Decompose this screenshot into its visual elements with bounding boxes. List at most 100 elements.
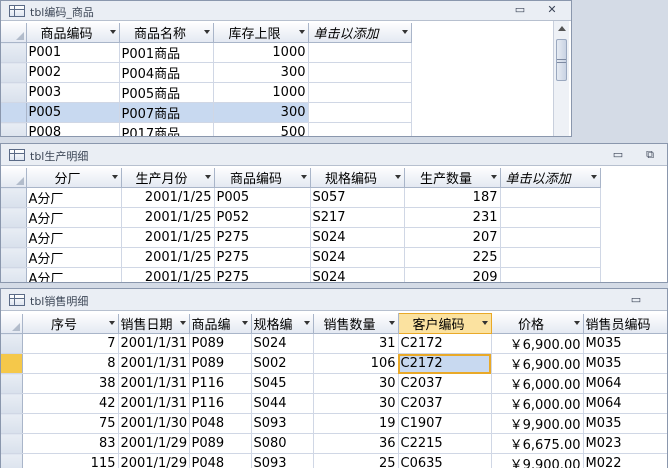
dropdown-icon[interactable] [179, 320, 186, 325]
cell[interactable]: 2001/1/31 [118, 333, 190, 354]
cell[interactable]: M035 [583, 333, 667, 354]
cell[interactable]: 30 [313, 373, 399, 394]
cell[interactable]: P048 [189, 413, 252, 434]
cell[interactable]: C2215 [398, 433, 492, 454]
dropdown-icon[interactable] [573, 320, 580, 325]
column-header[interactable]: 商品编 [189, 313, 252, 334]
select-all-corner[interactable] [1, 23, 27, 43]
cell[interactable]: P001商品 [119, 42, 214, 63]
cell[interactable]: 106 [313, 353, 399, 374]
current-cell[interactable]: C2172 [398, 353, 492, 374]
window-titlebar[interactable]: tbl销售明细 ▭ [1, 289, 667, 311]
column-header[interactable]: 分厂 [26, 168, 122, 188]
cell[interactable]: 42 [22, 393, 119, 414]
cell[interactable]: 187 [404, 187, 501, 208]
cell[interactable]: 2001/1/25 [121, 247, 215, 268]
cell[interactable]: 2001/1/31 [118, 393, 190, 414]
cell[interactable]: C2037 [398, 373, 492, 394]
record-selector[interactable] [1, 122, 27, 136]
cell[interactable]: 31 [313, 333, 399, 354]
cell[interactable]: P089 [189, 353, 252, 374]
cell[interactable]: P001 [26, 42, 120, 63]
cell[interactable]: 30 [313, 393, 399, 414]
cell[interactable]: S024 [310, 227, 405, 248]
record-selector[interactable] [1, 187, 27, 208]
record-selector[interactable] [1, 413, 23, 434]
record-selector[interactable] [1, 247, 27, 268]
cell[interactable]: S093 [251, 453, 314, 468]
table-row[interactable]: P003 P005商品 1000 [1, 82, 412, 103]
cell[interactable]: ￥9,900.00 [491, 413, 584, 434]
cell[interactable]: P052 [214, 207, 311, 228]
cell[interactable]: S080 [251, 433, 314, 454]
column-header[interactable]: 商品名称 [119, 23, 214, 43]
table-row[interactable]: A分厂 2001/1/25 P275 S024 207 [1, 227, 601, 248]
dropdown-icon[interactable] [303, 320, 310, 325]
cell[interactable]: S024 [310, 267, 405, 282]
cell[interactable] [500, 267, 601, 282]
datasheet-grid[interactable]: 分厂 生产月份 商品编码 规格编码 生产数量 单击以添加 A分厂 2001/1/… [1, 168, 601, 282]
record-selector[interactable] [1, 227, 27, 248]
cell[interactable]: ￥9,900.00 [491, 453, 584, 468]
cell[interactable]: 75 [22, 413, 119, 434]
dropdown-icon[interactable] [298, 30, 305, 34]
record-selector[interactable] [1, 42, 27, 63]
dropdown-icon[interactable] [490, 175, 497, 179]
cell[interactable]: S057 [310, 187, 405, 208]
vertical-scrollbar[interactable] [553, 21, 569, 136]
dropdown-icon[interactable] [108, 320, 115, 325]
cell[interactable]: 2001/1/31 [118, 373, 190, 394]
cell[interactable]: 209 [404, 267, 501, 282]
cell[interactable]: ￥6,900.00 [491, 333, 584, 354]
cell[interactable] [308, 42, 412, 63]
cell[interactable]: ￥6,900.00 [491, 353, 584, 374]
cell[interactable]: S217 [310, 207, 405, 228]
minimize-icon[interactable]: ▭ [607, 147, 629, 163]
cell[interactable]: A分厂 [26, 227, 122, 248]
cell[interactable]: M022 [583, 453, 667, 468]
table-row[interactable]: P008 P017商品 500 [1, 122, 412, 136]
cell[interactable]: A分厂 [26, 247, 122, 268]
column-header[interactable]: 销售日期 [118, 313, 190, 334]
cell[interactable] [500, 207, 601, 228]
cell[interactable]: S024 [310, 247, 405, 268]
cell[interactable] [308, 102, 412, 123]
column-header[interactable]: 销售员编码 [583, 313, 667, 334]
column-header-selected[interactable]: 客户编码 [397, 313, 492, 334]
cell[interactable]: A分厂 [26, 267, 122, 282]
dropdown-icon[interactable] [590, 175, 597, 179]
window-titlebar[interactable]: tbl生产明细 ▭ ⧉ [1, 144, 667, 166]
dropdown-icon[interactable] [388, 320, 395, 325]
dropdown-icon[interactable] [203, 30, 210, 34]
cell[interactable]: P275 [214, 247, 311, 268]
cell[interactable]: 2001/1/25 [121, 227, 215, 248]
dropdown-icon[interactable] [300, 175, 307, 179]
column-header[interactable]: 生产数量 [404, 168, 501, 188]
cell[interactable]: 36 [313, 433, 399, 454]
table-row-current[interactable]: 8 2001/1/31 P089 S002 106 C2172 ￥6,900.0… [1, 353, 667, 374]
column-header[interactable]: 价格 [491, 313, 584, 334]
cell[interactable]: 2001/1/25 [121, 207, 215, 228]
column-header[interactable]: 序号 [22, 313, 119, 334]
cell[interactable]: P116 [189, 373, 252, 394]
table-row[interactable]: A分厂 2001/1/25 P052 S217 231 [1, 207, 601, 228]
table-row[interactable]: 83 2001/1/29 P089 S080 36 C2215 ￥6,675.0… [1, 433, 667, 454]
table-row[interactable]: A分厂 2001/1/25 P275 S024 209 [1, 267, 601, 282]
cell[interactable]: P005 [26, 102, 120, 123]
dropdown-icon[interactable] [111, 175, 118, 179]
cell[interactable]: M064 [583, 373, 667, 394]
cell[interactable]: P048 [189, 453, 252, 468]
minimize-icon[interactable]: ▭ [509, 2, 531, 18]
cell[interactable]: P089 [189, 333, 252, 354]
cell[interactable] [308, 62, 412, 83]
cell[interactable]: ￥6,000.00 [491, 373, 584, 394]
cell[interactable]: P089 [189, 433, 252, 454]
scroll-up-icon[interactable] [558, 26, 566, 31]
cell[interactable]: C2172 [398, 333, 492, 354]
cell[interactable] [308, 122, 412, 136]
cell[interactable] [308, 82, 412, 103]
column-header[interactable]: 规格编码 [310, 168, 405, 188]
cell[interactable]: P275 [214, 227, 311, 248]
table-row[interactable]: 115 2001/1/29 P048 S093 25 C0635 ￥9,900.… [1, 453, 667, 468]
table-row[interactable]: 42 2001/1/31 P116 S044 30 C2037 ￥6,000.0… [1, 393, 667, 414]
